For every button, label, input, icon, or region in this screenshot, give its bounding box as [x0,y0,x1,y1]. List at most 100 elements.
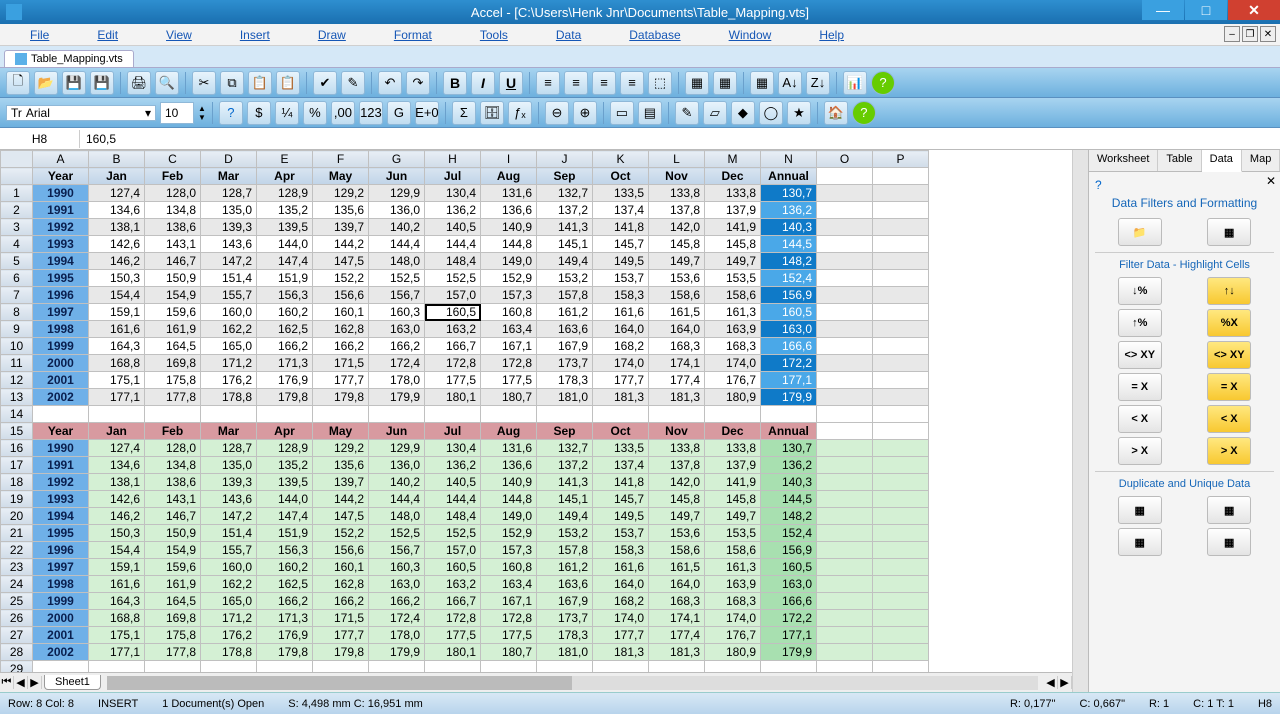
cell[interactable]: 141,9 [705,219,761,236]
cell[interactable]: 149,4 [537,253,593,270]
cell[interactable]: 180,1 [425,389,481,406]
cell[interactable]: 136,0 [369,202,425,219]
cell[interactable] [873,610,929,627]
cell[interactable]: 161,2 [537,304,593,321]
cell[interactable]: 161,3 [705,304,761,321]
menu-file[interactable]: File [30,28,49,42]
cell[interactable]: 161,3 [705,559,761,576]
maximize-button[interactable]: □ [1185,0,1227,20]
cell[interactable]: 134,8 [145,457,201,474]
cell[interactable]: 148,0 [369,253,425,270]
cell[interactable]: 135,2 [257,457,313,474]
cell[interactable] [817,423,873,440]
cell[interactable]: 1994 [33,253,89,270]
sheet-tab[interactable]: Sheet1 [44,675,101,690]
cell[interactable] [873,338,929,355]
cell[interactable]: 166,6 [761,338,817,355]
cell[interactable]: 176,9 [257,627,313,644]
help3-button[interactable]: ? [852,101,876,125]
cell[interactable]: 156,9 [761,287,817,304]
cell[interactable] [705,661,761,673]
cell[interactable] [873,661,929,673]
cell[interactable]: 148,2 [761,253,817,270]
cell[interactable]: 154,9 [145,287,201,304]
cell[interactable]: 179,8 [257,644,313,661]
bold-button[interactable]: B [443,71,467,95]
cell[interactable] [369,661,425,673]
cell[interactable]: Aug [481,423,537,440]
col-header[interactable]: A [33,151,89,168]
cell[interactable]: 172,8 [425,610,481,627]
col-header[interactable]: M [705,151,761,168]
cell[interactable] [873,270,929,287]
cell[interactable]: 145,8 [705,491,761,508]
cell[interactable]: 128,7 [201,440,257,457]
cell[interactable]: 172,8 [425,355,481,372]
cell[interactable]: 158,3 [593,542,649,559]
col-header[interactable]: E [257,151,313,168]
cell[interactable]: 163,6 [537,321,593,338]
cell[interactable]: 137,2 [537,202,593,219]
cell[interactable]: 138,6 [145,219,201,236]
cell[interactable]: 128,9 [257,440,313,457]
cell[interactable]: 171,2 [201,610,257,627]
cell[interactable]: 147,4 [257,508,313,525]
cell[interactable]: 164,5 [145,593,201,610]
cell[interactable] [873,559,929,576]
cell[interactable]: 144,4 [369,491,425,508]
cell[interactable]: 128,9 [257,185,313,202]
cell[interactable]: 156,9 [761,542,817,559]
cell[interactable]: 135,6 [313,202,369,219]
cell[interactable]: 1991 [33,457,89,474]
cell[interactable] [873,168,929,185]
cell[interactable] [425,661,481,673]
cell[interactable] [425,406,481,423]
cell[interactable] [817,270,873,287]
cell[interactable] [817,287,873,304]
cell[interactable]: 167,1 [481,338,537,355]
cell[interactable]: Apr [257,168,313,185]
cell[interactable]: 178,0 [369,627,425,644]
row-header[interactable]: 17 [1,457,33,474]
cell[interactable]: 180,9 [705,644,761,661]
row-header[interactable]: 25 [1,593,33,610]
document-tab[interactable]: Table_Mapping.vts [4,50,134,67]
cell[interactable]: 158,6 [705,287,761,304]
cell[interactable]: Jul [425,423,481,440]
cell[interactable]: 179,9 [369,389,425,406]
cell[interactable]: 172,4 [369,610,425,627]
cell[interactable] [593,661,649,673]
copy-button[interactable]: ⧉ [220,71,244,95]
cell[interactable]: 162,8 [313,576,369,593]
cell[interactable]: 1995 [33,525,89,542]
cell[interactable]: 145,1 [537,236,593,253]
cell[interactable]: 148,2 [761,508,817,525]
cell[interactable]: Nov [649,423,705,440]
cell[interactable]: 146,7 [145,253,201,270]
row-header[interactable]: 21 [1,525,33,542]
cell[interactable]: 177,4 [649,372,705,389]
cell[interactable]: 145,8 [649,236,705,253]
cell[interactable]: 150,3 [89,270,145,287]
cell[interactable]: 133,8 [705,440,761,457]
cell[interactable]: 149,4 [537,508,593,525]
cell[interactable] [873,389,929,406]
font-name-select[interactable]: Tr Arial ▾ [6,105,156,121]
cell[interactable]: 140,3 [761,219,817,236]
cell[interactable]: 179,9 [761,644,817,661]
cell[interactable]: 151,4 [201,270,257,287]
cell[interactable]: 160,2 [257,304,313,321]
cell[interactable]: 169,8 [145,355,201,372]
scroll-right[interactable]: ▶ [1058,676,1072,689]
redo-button[interactable]: ↷ [406,71,430,95]
cell[interactable]: 137,8 [649,457,705,474]
cell[interactable]: 165,0 [201,338,257,355]
cell[interactable]: 144,4 [369,236,425,253]
cell[interactable]: 139,3 [201,474,257,491]
cell[interactable]: 129,9 [369,185,425,202]
row-header[interactable]: 29 [1,661,33,673]
cell[interactable] [817,304,873,321]
cell[interactable]: 160,0 [201,304,257,321]
cell[interactable] [873,491,929,508]
cell[interactable]: 177,8 [145,644,201,661]
